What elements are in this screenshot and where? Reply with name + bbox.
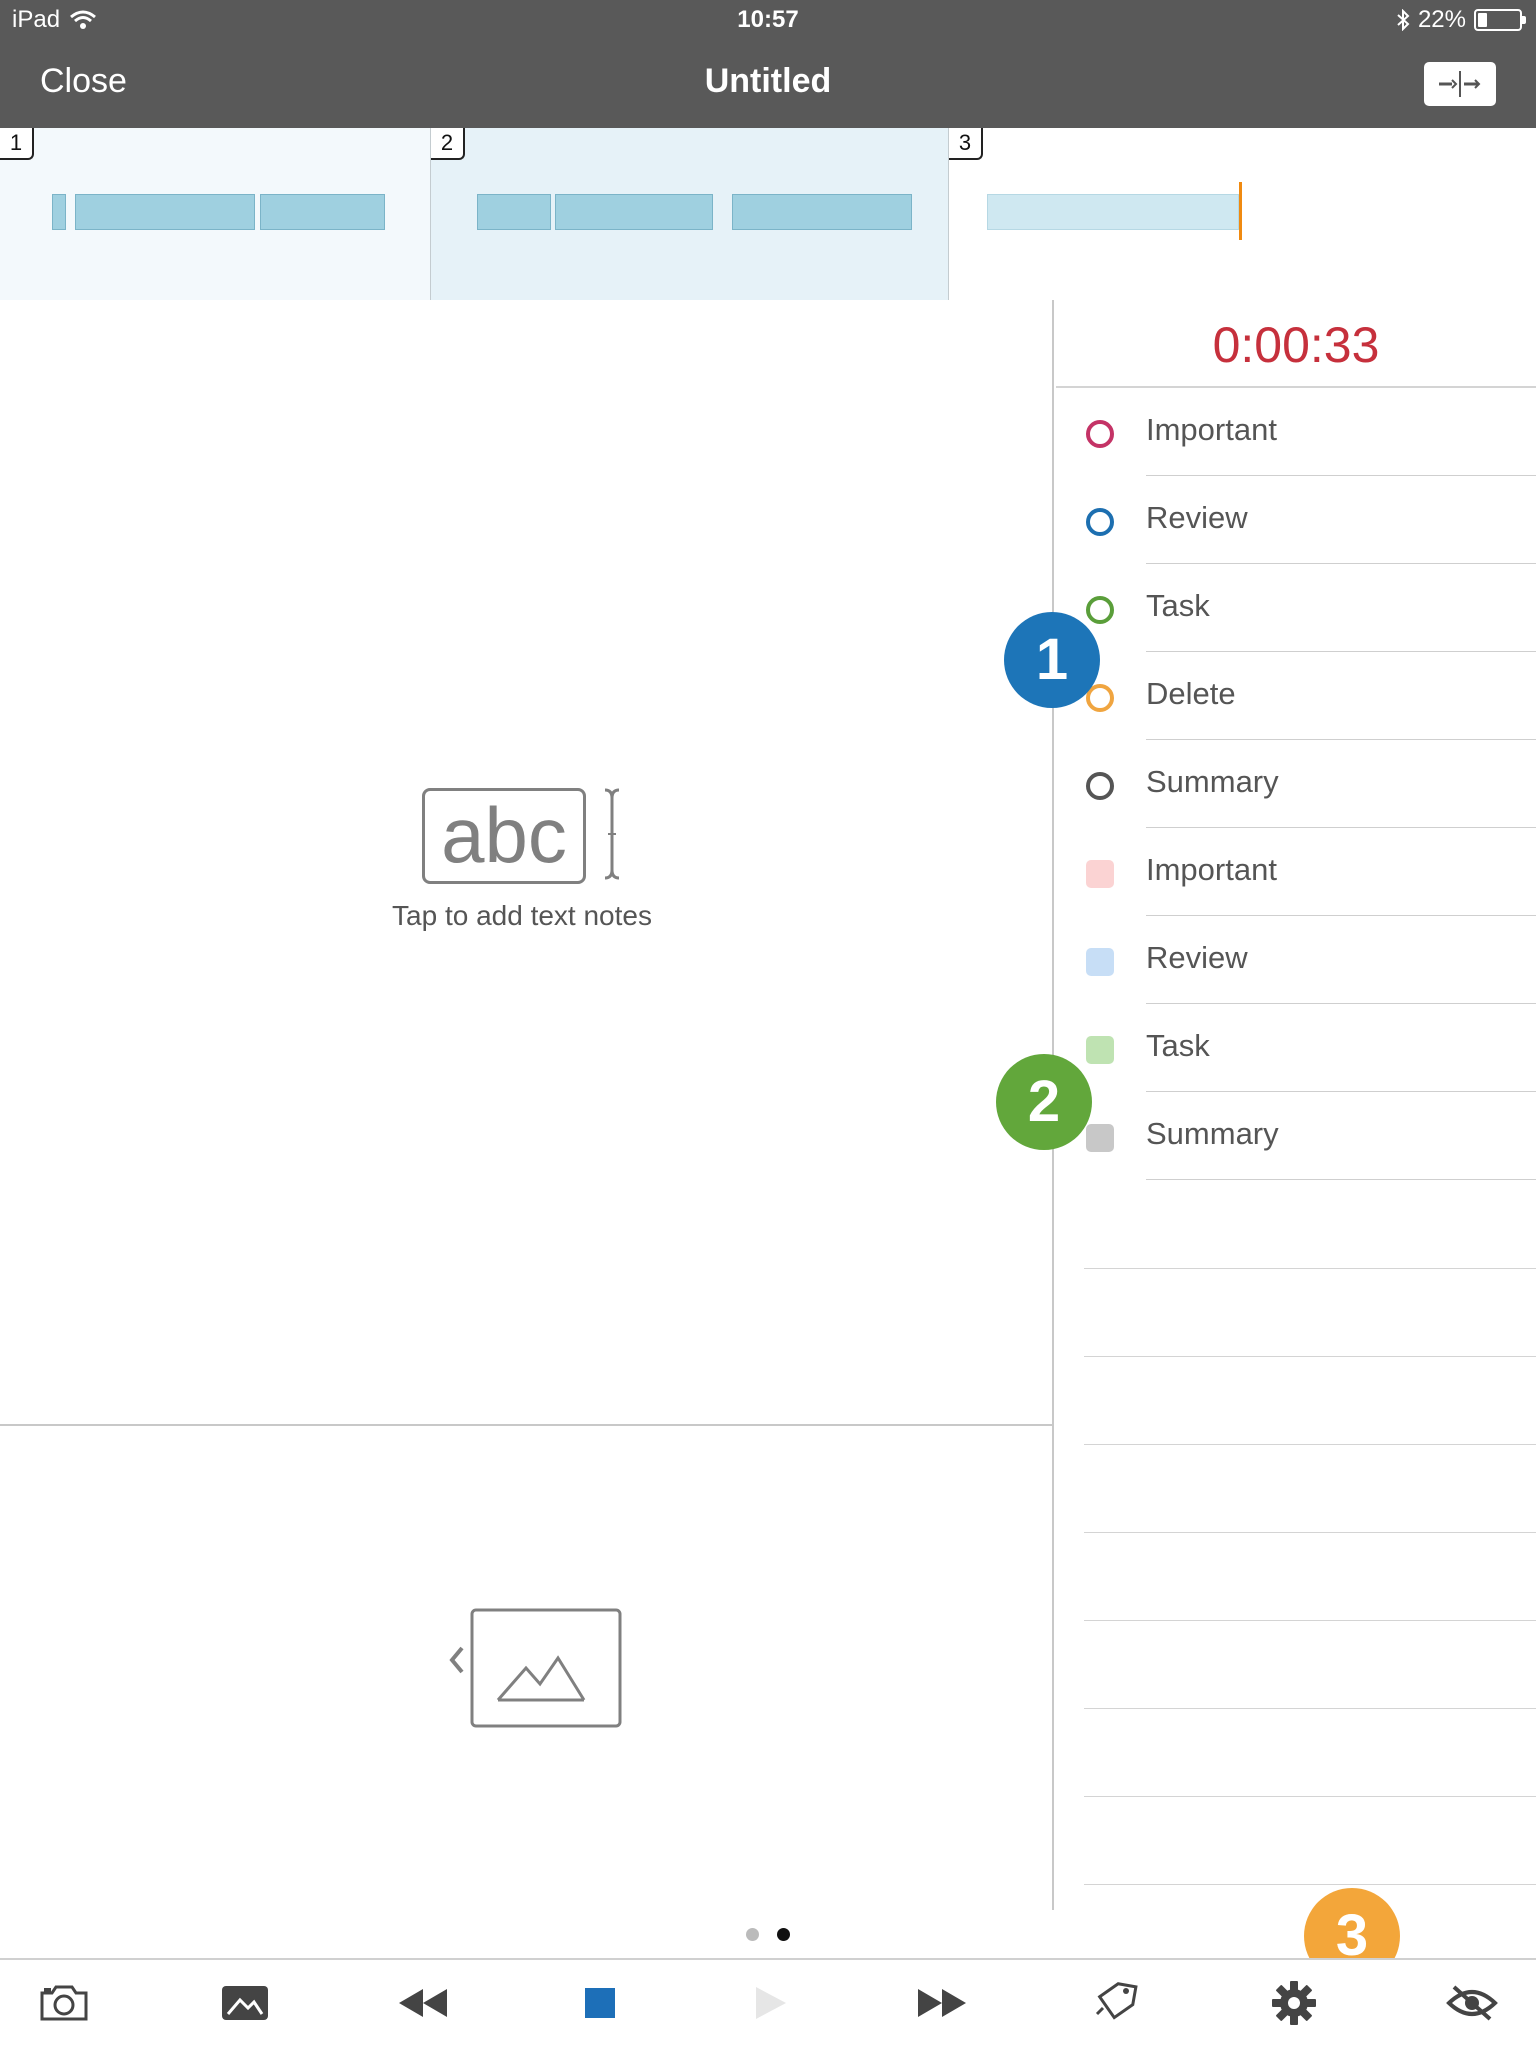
battery-level (1478, 13, 1487, 27)
empty-row-line (1084, 1356, 1536, 1357)
tag-row-important[interactable]: Important (1056, 388, 1536, 476)
tag-row-review[interactable]: Review (1056, 476, 1536, 564)
tag-row-summary[interactable]: Summary (1056, 740, 1536, 828)
timeline-page-3[interactable]: 3 (949, 128, 1536, 300)
empty-row-line (1084, 1268, 1536, 1269)
rewind-icon (399, 1989, 447, 2017)
audio-segment[interactable] (732, 194, 912, 230)
page-dot-active[interactable] (777, 1928, 790, 1941)
tag-ring-icon (1086, 508, 1114, 536)
tag-label: Task (1146, 588, 1210, 623)
tag-square-icon (1086, 1036, 1114, 1064)
page-indicator[interactable] (0, 1928, 1536, 1941)
split-clip-icon (1439, 71, 1481, 97)
recording-timer: 0:00:33 (1056, 300, 1536, 388)
text-notes-icon: abc (422, 788, 586, 884)
camera-icon (40, 1985, 88, 2021)
text-notes-hint: Tap to add text notes (392, 900, 652, 931)
image-notes-area[interactable] (0, 1426, 1054, 1910)
bluetooth-icon (1397, 9, 1410, 31)
notes-area: abc Tap to add text notes (0, 300, 1054, 1426)
page-number: 2 (431, 128, 465, 160)
tag-ring-icon (1086, 772, 1114, 800)
audio-segment[interactable] (75, 194, 255, 230)
timeline-page-2[interactable]: 2 (431, 128, 949, 300)
tag-label: Review (1146, 500, 1248, 535)
rewind-button[interactable] (393, 1978, 453, 2028)
status-bar-right: 22% (1396, 6, 1526, 34)
audio-segment-recording[interactable] (987, 194, 1239, 230)
tag-square-icon (1086, 860, 1114, 888)
tag-row-delete[interactable]: Delete (1056, 652, 1536, 740)
tag-row-important[interactable]: Important (1056, 828, 1536, 916)
tag-label: Task (1146, 1028, 1210, 1063)
tag-label: Important (1146, 412, 1277, 447)
audio-segment[interactable] (260, 194, 385, 230)
play-icon (756, 1987, 786, 2019)
audio-segment[interactable] (555, 194, 713, 230)
fast-forward-button[interactable] (912, 1978, 972, 2028)
tag-label: Review (1146, 940, 1248, 975)
tag-button[interactable] (1088, 1978, 1148, 2028)
bottom-toolbar (0, 1958, 1536, 2048)
empty-row-line (1084, 1532, 1536, 1533)
settings-button[interactable] (1264, 1978, 1324, 2028)
tag-row-review[interactable]: Review (1056, 916, 1536, 1004)
page-title: Untitled (704, 62, 832, 100)
tag-label: Summary (1146, 1116, 1279, 1151)
tag-row-summary[interactable]: Summary (1056, 1092, 1536, 1180)
top-bar: iPad 10:57 22% Close Untitled (0, 0, 1536, 128)
battery-percent: 22% (1417, 6, 1466, 33)
photo-library-icon (222, 1986, 268, 2020)
page-dot[interactable] (746, 1928, 759, 1941)
text-cursor-icon (604, 788, 620, 880)
stop-icon (585, 1988, 615, 2018)
text-notes-area[interactable]: abc Tap to add text notes (0, 300, 1054, 1426)
tag-panel: 0:00:33 Important Review Task Delete Summary… (1056, 300, 1536, 1910)
audio-segment[interactable] (52, 194, 66, 230)
callout-badge-2: 2 (996, 1054, 1092, 1150)
fast-forward-icon (918, 1989, 966, 2017)
tag-row-task[interactable]: Task (1056, 564, 1536, 652)
tag-label: Summary (1146, 764, 1279, 799)
settings-icon (1272, 1981, 1316, 2025)
empty-row-line (1084, 1796, 1536, 1797)
timeline-page-1[interactable]: 1 (0, 128, 431, 300)
row-divider (1146, 1179, 1536, 1180)
play-button[interactable] (740, 1978, 800, 2028)
split-clip-button[interactable] (1424, 62, 1496, 106)
tag-row-task[interactable]: Task (1056, 1004, 1536, 1092)
hide-icon (1446, 1985, 1498, 2021)
empty-row-line (1084, 1620, 1536, 1621)
tag-square-icon (1086, 948, 1114, 976)
tag-icon (1095, 1982, 1138, 2020)
page-number: 3 (949, 128, 983, 160)
status-time: 10:57 (737, 6, 799, 33)
tag-label: Important (1146, 852, 1277, 887)
tag-ring-icon (1086, 596, 1114, 624)
battery-icon (1474, 9, 1526, 31)
photo-library-button[interactable] (215, 1978, 275, 2028)
hide-button[interactable] (1442, 1978, 1502, 2028)
tag-square-icon (1086, 1124, 1114, 1152)
empty-row-line (1084, 1884, 1536, 1885)
camera-button[interactable] (34, 1978, 94, 2028)
callout-badge-1: 1 (1004, 612, 1100, 708)
page-number: 1 (0, 128, 34, 160)
add-image-icon (449, 1608, 622, 1728)
empty-row-line (1084, 1708, 1536, 1709)
tag-ring-icon (1086, 420, 1114, 448)
stop-button[interactable] (570, 1978, 630, 2028)
recording-timeline[interactable]: 1 2 3 (0, 128, 1536, 300)
tag-label: Delete (1146, 676, 1236, 711)
audio-segment[interactable] (477, 194, 551, 230)
empty-row-line (1084, 1444, 1536, 1445)
playhead[interactable] (1239, 182, 1242, 240)
